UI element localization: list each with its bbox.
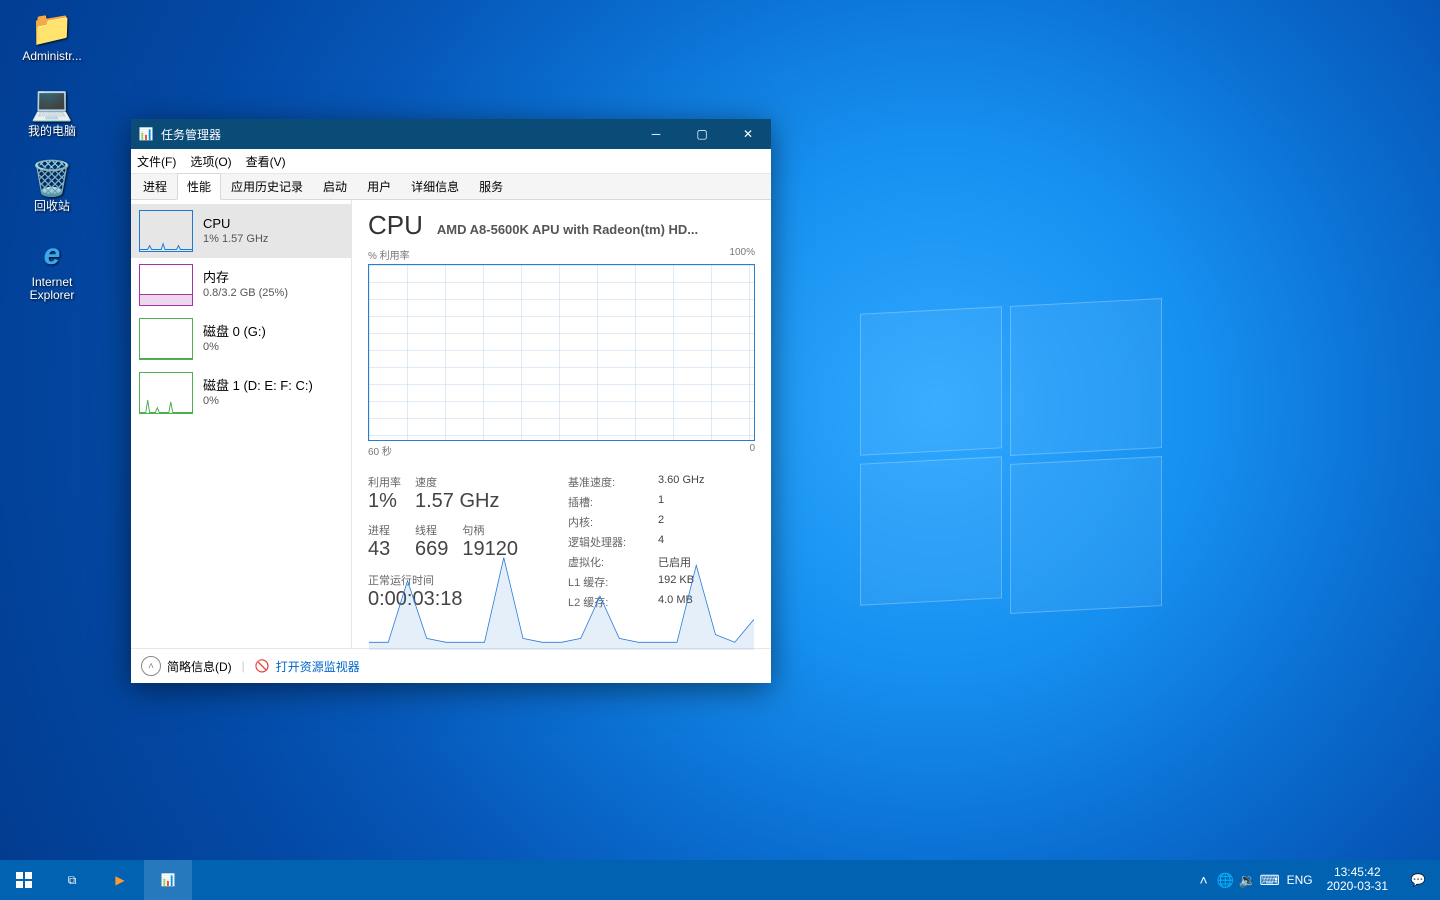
resmon-icon: 🚫 (255, 659, 270, 673)
taskbar: ⧉ ▶ 📊 ˄ 🌐 🔉 ⌨ ENG 13:45:42 2020-03-31 💬 (0, 860, 1440, 900)
fewer-details-link[interactable]: 简略信息(D) (167, 658, 232, 675)
perf-heading: CPU (368, 210, 423, 241)
sidebar-item-disk0[interactable]: 磁盘 0 (G:)0% (131, 312, 351, 366)
action-center-button[interactable]: 💬 (1396, 860, 1440, 900)
maximize-button[interactable]: ▢ (679, 119, 725, 149)
memory-mini-graph-icon (139, 264, 193, 306)
tab-services[interactable]: 服务 (469, 173, 513, 200)
cpu-utilization-graph[interactable] (368, 264, 755, 441)
tab-users[interactable]: 用户 (357, 173, 401, 200)
tab-processes[interactable]: 进程 (133, 173, 177, 200)
menu-view[interactable]: 查看(V) (246, 153, 286, 170)
computer-icon: 💻 (31, 83, 73, 125)
recycle-bin-icon: 🗑️ (31, 158, 73, 200)
sidebar-item-disk1[interactable]: 磁盘 1 (D: E: F: C:)0% (131, 366, 351, 420)
desktop-icon-computer[interactable]: 💻 我的电脑 (12, 83, 92, 138)
user-folder-icon: 📁 (31, 8, 73, 50)
tabstrip: 进程 性能 应用历史记录 启动 用户 详细信息 服务 (131, 174, 771, 200)
start-button[interactable] (0, 860, 48, 900)
disk-mini-graph-icon (139, 372, 193, 414)
taskbar-taskmanager[interactable]: 📊 (144, 860, 192, 900)
menubar: 文件(F) 选项(O) 查看(V) (131, 149, 771, 174)
desktop-icon-label: Internet Explorer (30, 276, 75, 302)
tab-performance[interactable]: 性能 (177, 173, 221, 200)
tray-volume-icon[interactable]: 🔉 (1237, 860, 1259, 900)
taskview-button[interactable]: ⧉ (48, 860, 96, 900)
media-player-icon: ▶ (115, 873, 124, 887)
desktop-icon-administrator[interactable]: 📁 Administr... (12, 8, 92, 63)
graph-ymax: 100% (729, 247, 755, 262)
perf-main: CPU AMD A8-5600K APU with Radeon(tm) HD.… (352, 200, 771, 648)
graph-ylabel: % 利用率 (368, 247, 410, 262)
perf-sidebar: CPU1% 1.57 GHz 内存0.8/3.2 GB (25%) 磁盘 0 (… (131, 200, 352, 648)
window-footer: ˄ 简略信息(D) | 🚫 打开资源监视器 (131, 648, 771, 683)
task-manager-icon: 📊 (161, 873, 176, 887)
cpu-mini-graph-icon (139, 210, 193, 252)
chevron-up-icon[interactable]: ˄ (141, 656, 161, 676)
tray-language[interactable]: ENG (1281, 873, 1319, 887)
task-manager-window: 📊 任务管理器 ─ ▢ ✕ 文件(F) 选项(O) 查看(V) 进程 性能 应用… (131, 119, 771, 683)
windows-logo (860, 310, 1160, 610)
app-icon: 📊 (131, 127, 161, 141)
taskview-icon: ⧉ (68, 873, 77, 888)
desktop-icon-ie[interactable]: e Internet Explorer (12, 234, 92, 302)
tab-details[interactable]: 详细信息 (401, 173, 469, 200)
tray-ime-icon[interactable]: ⌨ (1259, 860, 1281, 900)
cpu-model: AMD A8-5600K APU with Radeon(tm) HD... (437, 222, 755, 237)
minimize-button[interactable]: ─ (633, 119, 679, 149)
tray-chevron-up-icon[interactable]: ˄ (1193, 860, 1215, 900)
sidebar-item-memory[interactable]: 内存0.8/3.2 GB (25%) (131, 258, 351, 312)
window-title: 任务管理器 (161, 126, 633, 143)
taskbar-wmp[interactable]: ▶ (96, 860, 144, 900)
tray-network-icon[interactable]: 🌐 (1215, 860, 1237, 900)
disk-mini-graph-icon (139, 318, 193, 360)
sidebar-item-cpu[interactable]: CPU1% 1.57 GHz (131, 204, 351, 258)
tab-startup[interactable]: 启动 (313, 173, 357, 200)
tab-app-history[interactable]: 应用历史记录 (221, 173, 313, 200)
internet-explorer-icon: e (31, 234, 73, 276)
titlebar[interactable]: 📊 任务管理器 ─ ▢ ✕ (131, 119, 771, 149)
tray-clock[interactable]: 13:45:42 2020-03-31 (1319, 866, 1396, 894)
close-button[interactable]: ✕ (725, 119, 771, 149)
notification-icon: 💬 (1411, 873, 1426, 887)
menu-options[interactable]: 选项(O) (190, 153, 231, 170)
menu-file[interactable]: 文件(F) (137, 153, 176, 170)
open-resmon-link[interactable]: 打开资源监视器 (276, 658, 360, 675)
desktop-icon-recycle[interactable]: 🗑️ 回收站 (12, 158, 92, 213)
